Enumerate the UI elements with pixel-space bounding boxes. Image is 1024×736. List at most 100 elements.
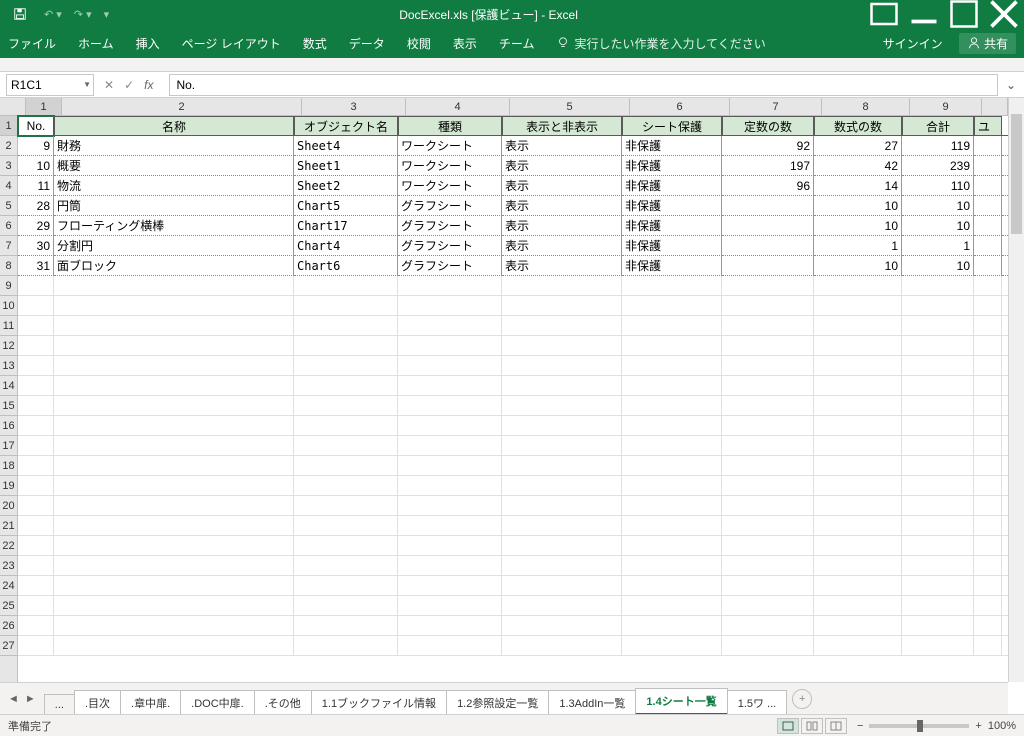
cell[interactable]: ワークシート bbox=[398, 156, 502, 176]
cell[interactable]: グラフシート bbox=[398, 256, 502, 276]
cell[interactable] bbox=[294, 396, 398, 416]
cell[interactable] bbox=[722, 216, 814, 236]
cell[interactable]: 197 bbox=[722, 156, 814, 176]
cell[interactable]: 表示 bbox=[502, 156, 622, 176]
cell[interactable] bbox=[54, 436, 294, 456]
cell[interactable] bbox=[502, 336, 622, 356]
cell[interactable] bbox=[902, 276, 974, 296]
cell[interactable]: 表示 bbox=[502, 256, 622, 276]
cell[interactable] bbox=[814, 576, 902, 596]
header-cell[interactable]: No. bbox=[18, 116, 54, 136]
cell[interactable] bbox=[54, 636, 294, 656]
cell[interactable] bbox=[622, 456, 722, 476]
cell[interactable] bbox=[502, 436, 622, 456]
cell[interactable] bbox=[294, 496, 398, 516]
cell[interactable] bbox=[902, 556, 974, 576]
cell[interactable]: 分割円 bbox=[54, 236, 294, 256]
cell[interactable] bbox=[294, 516, 398, 536]
header-cell[interactable]: 種類 bbox=[398, 116, 502, 136]
cell[interactable] bbox=[722, 276, 814, 296]
cell[interactable] bbox=[622, 416, 722, 436]
sheet-tab[interactable]: .目次 bbox=[74, 690, 121, 715]
fx-icon[interactable]: fx bbox=[144, 78, 153, 92]
cell[interactable] bbox=[18, 316, 54, 336]
cell[interactable] bbox=[902, 396, 974, 416]
cell[interactable] bbox=[722, 356, 814, 376]
cell[interactable] bbox=[502, 376, 622, 396]
cell[interactable] bbox=[902, 296, 974, 316]
cell[interactable] bbox=[18, 416, 54, 436]
cell[interactable] bbox=[902, 496, 974, 516]
cell[interactable] bbox=[18, 356, 54, 376]
cell[interactable] bbox=[18, 476, 54, 496]
cell[interactable] bbox=[974, 536, 1002, 556]
row-header-15[interactable]: 15 bbox=[0, 396, 17, 416]
cancel-icon[interactable]: ✕ bbox=[104, 78, 114, 92]
sheet-next-icon[interactable]: ► bbox=[23, 691, 38, 707]
cell[interactable]: 27 bbox=[814, 136, 902, 156]
vertical-scrollbar[interactable] bbox=[1008, 98, 1024, 682]
cell[interactable]: 面ブロック bbox=[54, 256, 294, 276]
cell[interactable] bbox=[974, 376, 1002, 396]
cell[interactable] bbox=[974, 496, 1002, 516]
cell[interactable] bbox=[902, 456, 974, 476]
header-cell[interactable]: オブジェクト名 bbox=[294, 116, 398, 136]
cell[interactable] bbox=[902, 476, 974, 496]
cell[interactable] bbox=[722, 256, 814, 276]
cell[interactable] bbox=[54, 276, 294, 296]
cell[interactable] bbox=[974, 436, 1002, 456]
cell[interactable] bbox=[722, 556, 814, 576]
cell[interactable] bbox=[54, 416, 294, 436]
cell[interactable] bbox=[622, 296, 722, 316]
cell[interactable]: 119 bbox=[902, 136, 974, 156]
cell[interactable]: 9 bbox=[18, 136, 54, 156]
cell[interactable]: 表示 bbox=[502, 176, 622, 196]
cell[interactable] bbox=[54, 376, 294, 396]
cell[interactable] bbox=[974, 276, 1002, 296]
zoom-slider[interactable] bbox=[869, 724, 969, 728]
row-header-8[interactable]: 8 bbox=[0, 256, 17, 276]
name-box[interactable]: R1C1 ▼ bbox=[6, 74, 94, 96]
cell[interactable]: フローティング横棒 bbox=[54, 216, 294, 236]
cell[interactable]: 14 bbox=[814, 176, 902, 196]
cell-area[interactable]: No.名称オブジェクト名種類表示と非表示シート保護定数の数数式の数合計ユ9財務S… bbox=[18, 116, 1008, 682]
sheet-tab[interactable]: 1.3AddIn一覧 bbox=[548, 690, 636, 715]
cell[interactable]: 概要 bbox=[54, 156, 294, 176]
cell[interactable] bbox=[398, 276, 502, 296]
cell[interactable] bbox=[54, 556, 294, 576]
cell[interactable]: 31 bbox=[18, 256, 54, 276]
sheet-prev-icon[interactable]: ◄ bbox=[6, 691, 21, 707]
minimize-icon[interactable] bbox=[904, 0, 944, 28]
cell[interactable] bbox=[622, 556, 722, 576]
share-button[interactable]: 共有 bbox=[959, 33, 1016, 54]
cell[interactable]: Chart5 bbox=[294, 196, 398, 216]
cell[interactable]: 非保護 bbox=[622, 156, 722, 176]
cell[interactable] bbox=[18, 376, 54, 396]
cell[interactable] bbox=[294, 596, 398, 616]
ribbon-tab-layout[interactable]: ページ レイアウト bbox=[182, 35, 281, 52]
save-icon[interactable] bbox=[8, 2, 32, 26]
sheet-tab[interactable]: .章中扉. bbox=[120, 690, 181, 715]
cell[interactable] bbox=[974, 176, 1002, 196]
row-header-24[interactable]: 24 bbox=[0, 576, 17, 596]
cell[interactable] bbox=[502, 536, 622, 556]
cell[interactable] bbox=[18, 636, 54, 656]
cell[interactable]: Sheet2 bbox=[294, 176, 398, 196]
cell[interactable] bbox=[902, 516, 974, 536]
row-header-1[interactable]: 1 bbox=[0, 116, 17, 136]
row-header-23[interactable]: 23 bbox=[0, 556, 17, 576]
cell[interactable] bbox=[974, 316, 1002, 336]
row-header-7[interactable]: 7 bbox=[0, 236, 17, 256]
cell[interactable] bbox=[54, 616, 294, 636]
cell[interactable] bbox=[294, 476, 398, 496]
cell[interactable] bbox=[722, 576, 814, 596]
header-cell[interactable]: 名称 bbox=[54, 116, 294, 136]
cell[interactable] bbox=[722, 376, 814, 396]
cell[interactable]: グラフシート bbox=[398, 236, 502, 256]
row-header-5[interactable]: 5 bbox=[0, 196, 17, 216]
cell[interactable] bbox=[814, 356, 902, 376]
cell[interactable] bbox=[974, 576, 1002, 596]
zoom-value[interactable]: 100% bbox=[988, 720, 1016, 732]
cell[interactable]: 239 bbox=[902, 156, 974, 176]
cell[interactable] bbox=[722, 436, 814, 456]
